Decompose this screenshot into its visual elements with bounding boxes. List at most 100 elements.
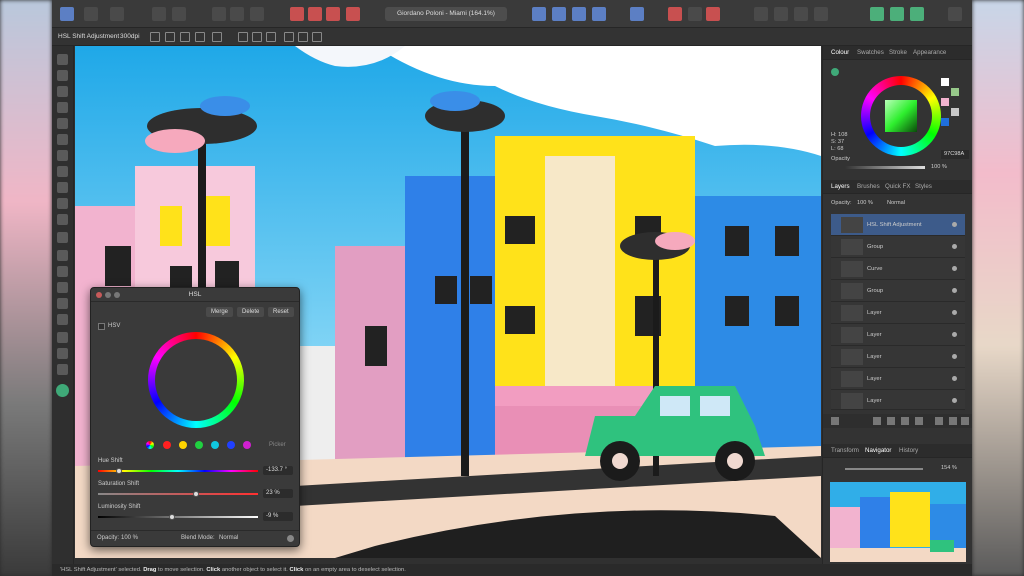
tab-appearance[interactable]: Appearance <box>913 49 946 56</box>
zoom-slider[interactable] <box>845 468 923 470</box>
chat-icon[interactable] <box>870 7 884 21</box>
visibility-icon[interactable] <box>952 398 957 403</box>
gear-icon[interactable] <box>287 535 294 542</box>
close-window-icon[interactable] <box>96 292 102 298</box>
swatch-blue[interactable] <box>941 118 949 126</box>
boolean-add-icon[interactable] <box>290 7 304 21</box>
minimize-window-icon[interactable] <box>105 292 111 298</box>
colour-opacity-slider[interactable] <box>845 166 925 169</box>
align-middle-icon[interactable] <box>298 32 308 42</box>
tab-transform[interactable]: Transform <box>831 447 859 454</box>
crop-icon[interactable] <box>668 7 682 21</box>
arrange-icon[interactable] <box>630 7 644 21</box>
rectangle-tool-icon[interactable] <box>57 250 68 261</box>
luminosity-shift-slider[interactable] <box>98 514 258 520</box>
tab-history[interactable]: History <box>899 447 918 454</box>
swatch-white[interactable] <box>941 78 949 86</box>
layer-row[interactable]: Curve <box>831 258 965 280</box>
luminosity-shift-value[interactable]: -9 % <box>263 512 293 521</box>
swatch-green[interactable] <box>951 88 959 96</box>
share-icon[interactable] <box>910 7 924 21</box>
visibility-icon[interactable] <box>952 288 957 293</box>
visibility-icon[interactable] <box>952 310 957 315</box>
clone-tool-icon[interactable] <box>57 198 68 209</box>
pen-tool-icon[interactable] <box>57 134 68 145</box>
magenta-swatch[interactable] <box>243 441 251 449</box>
tab-stroke[interactable]: Stroke <box>889 49 907 56</box>
document-title[interactable]: Giordano Poloni - Miami (164.1%) <box>385 7 507 21</box>
layer-row[interactable]: Layer <box>831 302 965 324</box>
hue-shift-value[interactable]: -133.7 ° <box>263 466 293 475</box>
layer-row[interactable]: Layer <box>831 368 965 390</box>
tab-brushes[interactable]: Brushes <box>857 183 880 190</box>
flip-horizontal-icon[interactable] <box>532 7 546 21</box>
transparency-tool-icon[interactable] <box>57 298 68 309</box>
duplicate-icon[interactable] <box>949 417 957 425</box>
user-icon[interactable] <box>948 7 962 21</box>
move-tool-icon[interactable] <box>57 54 68 65</box>
visibility-icon[interactable] <box>952 222 957 227</box>
layer-opacity-value[interactable]: 100 % <box>857 200 873 206</box>
picker-button[interactable]: Picker <box>269 442 286 448</box>
align-right-icon[interactable] <box>266 32 276 42</box>
group-icon[interactable] <box>915 417 923 425</box>
color-picker-tool-icon[interactable] <box>57 102 68 113</box>
align-top-icon[interactable] <box>284 32 294 42</box>
fx-icon[interactable] <box>901 417 909 425</box>
colour-square[interactable] <box>885 100 917 132</box>
reset-button[interactable]: Reset <box>268 307 294 317</box>
transform-icon[interactable] <box>212 7 226 21</box>
layer-row[interactable]: HSL Shift Adjustment <box>831 214 965 236</box>
adjustment-icon[interactable] <box>887 417 895 425</box>
tab-colour[interactable]: Colour <box>831 49 849 56</box>
fill-tool-icon[interactable] <box>57 182 68 193</box>
align-icon[interactable] <box>592 7 606 21</box>
align-bottom-icon[interactable] <box>312 32 322 42</box>
snapping-icon[interactable] <box>774 7 788 21</box>
ellipse-tool-icon[interactable] <box>57 266 68 277</box>
blend-mode-select[interactable]: Normal <box>219 535 238 541</box>
crop-tool-icon[interactable] <box>57 232 68 243</box>
opacity-value[interactable]: 100 % <box>121 535 138 541</box>
artboard-tool-icon[interactable] <box>57 70 68 81</box>
grid-toggle-icon[interactable] <box>195 32 205 42</box>
gradient-tool-icon[interactable] <box>57 118 68 129</box>
adjustment-tool-icon[interactable] <box>56 384 69 397</box>
hue-shift-knob[interactable] <box>115 468 122 474</box>
view-icon[interactable] <box>814 7 828 21</box>
master-swatch[interactable] <box>146 441 154 449</box>
persona-export-icon[interactable] <box>110 7 124 21</box>
shape-tool-icon[interactable] <box>57 282 68 293</box>
trash-icon[interactable] <box>961 417 969 425</box>
flip-vertical-icon[interactable] <box>552 7 566 21</box>
layer-row[interactable]: Layer <box>831 324 965 346</box>
visibility-icon[interactable] <box>952 376 957 381</box>
red-swatch[interactable] <box>163 441 171 449</box>
app-logo-icon[interactable] <box>60 7 74 21</box>
add-layer-icon[interactable] <box>935 417 943 425</box>
tab-layers[interactable]: Layers <box>831 183 850 190</box>
align-left-icon[interactable] <box>238 32 248 42</box>
resize-icon[interactable] <box>180 32 190 42</box>
boolean-subtract-icon[interactable] <box>308 7 322 21</box>
rotate-icon[interactable] <box>572 7 586 21</box>
layer-row[interactable]: Layer <box>831 390 965 410</box>
dpi-field[interactable]: 300dpi <box>120 33 140 40</box>
navigator-thumbnail[interactable] <box>830 482 966 562</box>
grid-icon[interactable] <box>230 7 244 21</box>
hex-field[interactable]: 97C98A <box>941 150 969 159</box>
comment-icon[interactable] <box>890 7 904 21</box>
boolean-divide-icon[interactable] <box>346 7 360 21</box>
zoom-value[interactable]: 154 % <box>941 465 957 471</box>
layer-row[interactable]: Layer <box>831 346 965 368</box>
layer-row[interactable]: Group <box>831 280 965 302</box>
transform-origin-icon[interactable] <box>150 32 160 42</box>
hue-shift-slider[interactable] <box>98 468 258 474</box>
hsv-checkbox[interactable] <box>98 323 105 330</box>
image-tool-icon[interactable] <box>57 214 68 225</box>
snapping-toggle-icon[interactable] <box>212 32 222 42</box>
visibility-icon[interactable] <box>952 266 957 271</box>
swatch-grey[interactable] <box>951 108 959 116</box>
maximize-window-icon[interactable] <box>114 292 120 298</box>
hue-wheel[interactable] <box>148 332 244 428</box>
